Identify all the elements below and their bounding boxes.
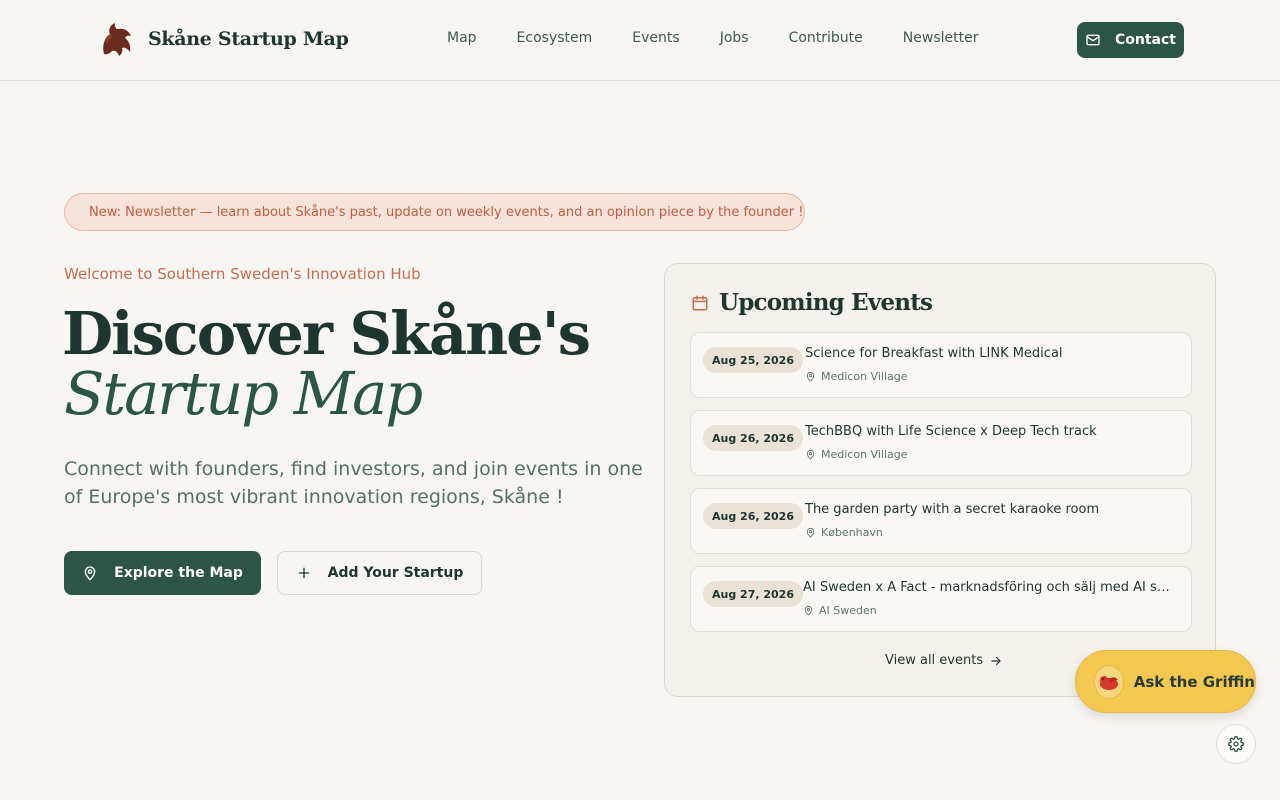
events-heading-text: Upcoming Events	[719, 289, 933, 316]
site-header: Skåne Startup Map Map Ecosystem Events J…	[0, 0, 1280, 81]
upcoming-events-card: Upcoming Events Aug 25, 2026 Science for…	[664, 263, 1216, 697]
event-location-text: København	[821, 526, 883, 539]
contact-button[interactable]: Contact	[1077, 22, 1184, 58]
brand-name: Skåne Startup Map	[148, 28, 349, 50]
map-pin-icon	[804, 605, 813, 616]
ask-griffin-button[interactable]: Ask the Griffin	[1075, 650, 1256, 713]
event-location: København	[805, 526, 883, 539]
explore-map-button[interactable]: Explore the Map	[64, 551, 261, 595]
arrow-right-icon	[991, 656, 1001, 665]
event-title: AI Sweden x A Fact - marknadsföring och …	[803, 580, 1175, 595]
announcement-text: New: Newsletter — learn about Skåne's pa…	[89, 204, 804, 220]
nav-contribute[interactable]: Contribute	[789, 30, 863, 46]
nav-jobs[interactable]: Jobs	[720, 30, 749, 46]
event-title: The garden party with a secret karaoke r…	[805, 502, 1100, 517]
griffin-avatar	[1094, 664, 1124, 699]
event-title: TechBBQ with Life Science x Deep Tech tr…	[805, 424, 1097, 439]
map-pin-icon	[806, 371, 815, 382]
view-all-events-link[interactable]: View all events	[885, 653, 1003, 668]
griffin-mascot-icon	[1096, 675, 1118, 690]
newsletter-announcement[interactable]: New: Newsletter — learn about Skåne's pa…	[64, 193, 805, 231]
hero-subtitle: Connect with founders, find investors, a…	[64, 458, 643, 508]
map-pin-icon	[806, 449, 815, 460]
add-startup-button[interactable]: Add Your Startup	[277, 551, 482, 595]
events-heading: Upcoming Events	[691, 289, 933, 316]
settings-button[interactable]	[1216, 724, 1256, 764]
event-item[interactable]: Aug 26, 2026 The garden party with a sec…	[690, 488, 1192, 554]
calendar-icon	[692, 295, 708, 310]
event-title: Science for Breakfast with LINK Medical	[805, 346, 1063, 361]
event-item[interactable]: Aug 27, 2026 AI Sweden x A Fact - markna…	[690, 566, 1192, 632]
mail-icon	[1086, 34, 1100, 46]
hero-eyebrow: Welcome to Southern Sweden's Innovation …	[64, 265, 421, 283]
ask-griffin-label: Ask the Griffin	[1133, 672, 1255, 691]
contact-label: Contact	[1115, 32, 1176, 48]
explore-map-label: Explore the Map	[114, 565, 243, 581]
event-item[interactable]: Aug 25, 2026 Science for Breakfast with …	[690, 332, 1192, 398]
event-location: AI Sweden	[803, 604, 877, 617]
event-date: Aug 26, 2026	[703, 425, 803, 451]
event-location-text: Medicon Village	[821, 370, 908, 383]
nav-events[interactable]: Events	[632, 30, 679, 46]
event-location-text: AI Sweden	[819, 604, 877, 617]
map-pin-icon	[84, 566, 96, 581]
nav-ecosystem[interactable]: Ecosystem	[517, 30, 593, 46]
event-item[interactable]: Aug 26, 2026 TechBBQ with Life Science x…	[690, 410, 1192, 476]
hero-title-line2: Startup Map	[64, 359, 423, 428]
main-nav: Map Ecosystem Events Jobs Contribute New…	[447, 30, 978, 46]
gear-icon	[1228, 736, 1244, 752]
plus-icon	[298, 567, 309, 579]
map-pin-icon	[806, 527, 815, 538]
view-all-label: View all events	[885, 653, 984, 668]
event-date: Aug 25, 2026	[703, 347, 803, 373]
event-location: Medicon Village	[805, 370, 908, 383]
nav-map[interactable]: Map	[447, 30, 477, 46]
griffin-logo-icon	[103, 23, 131, 56]
event-date: Aug 27, 2026	[703, 581, 803, 607]
nav-newsletter[interactable]: Newsletter	[903, 30, 979, 46]
brand[interactable]: Skåne Startup Map	[98, 20, 349, 58]
event-date: Aug 26, 2026	[703, 503, 803, 529]
event-location: Medicon Village	[805, 448, 908, 461]
add-startup-label: Add Your Startup	[327, 565, 464, 581]
event-location-text: Medicon Village	[821, 448, 908, 461]
